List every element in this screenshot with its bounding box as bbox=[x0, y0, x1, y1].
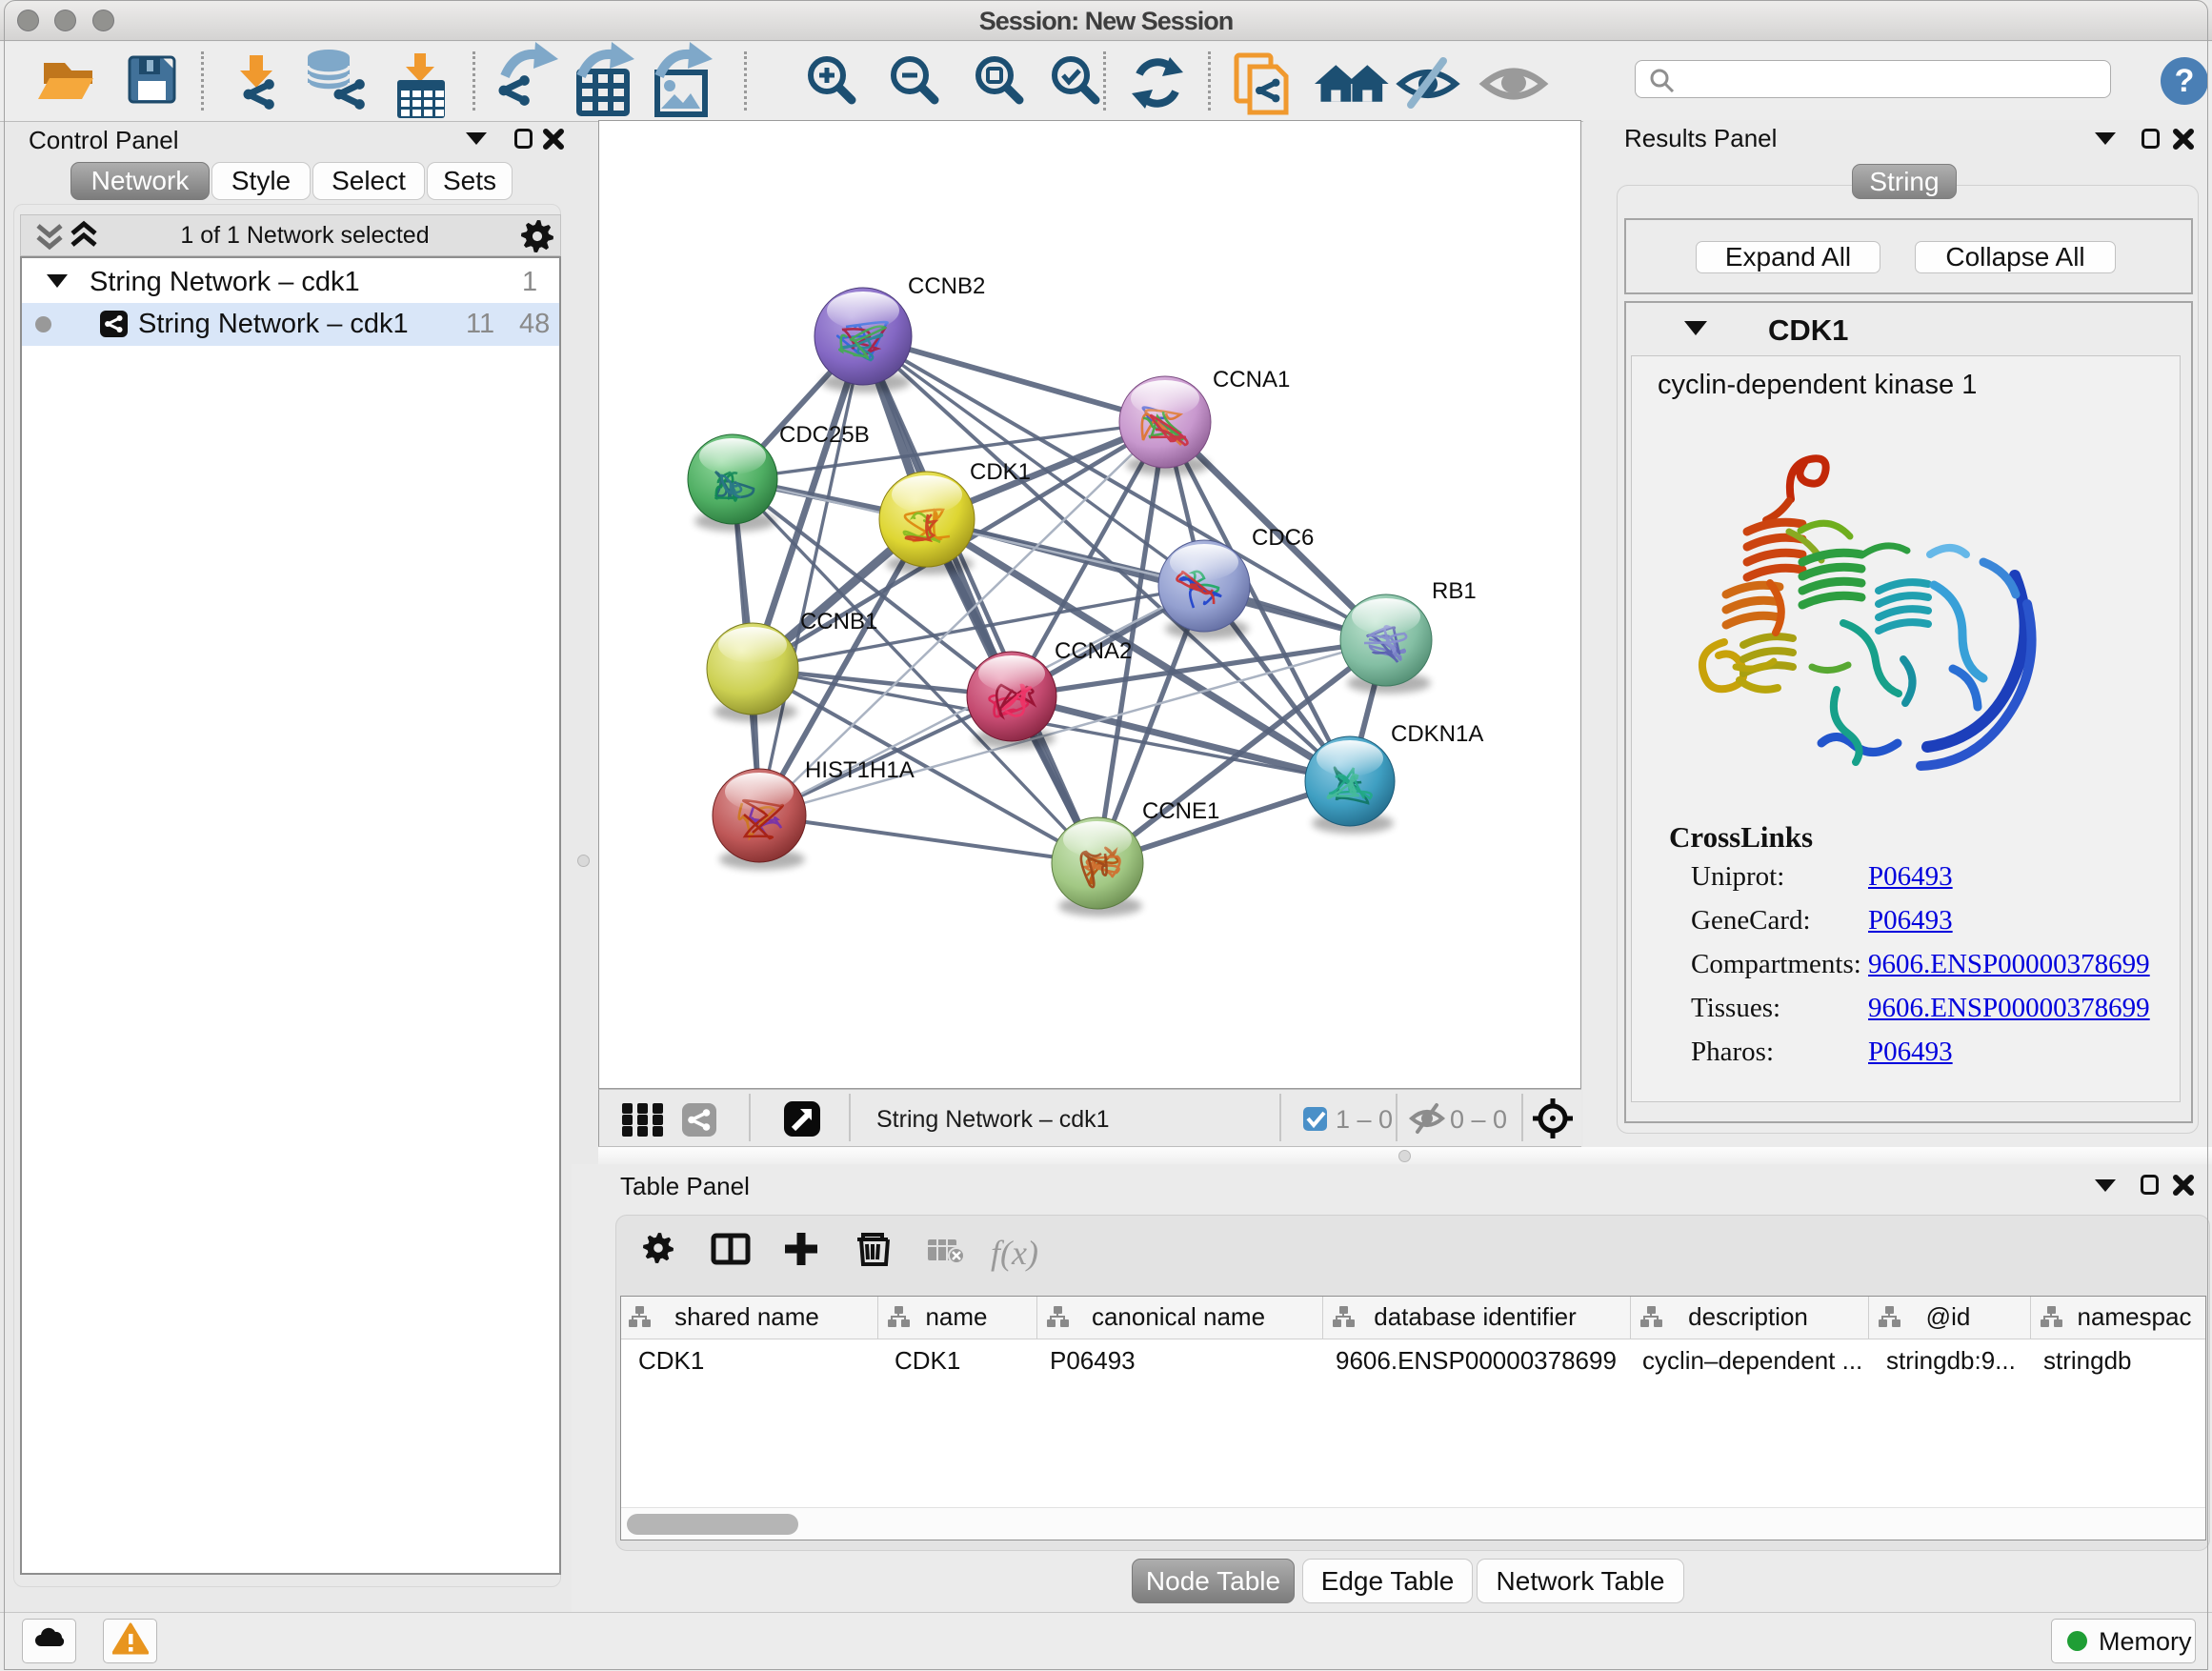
svg-text:f(x): f(x) bbox=[991, 1234, 1038, 1272]
